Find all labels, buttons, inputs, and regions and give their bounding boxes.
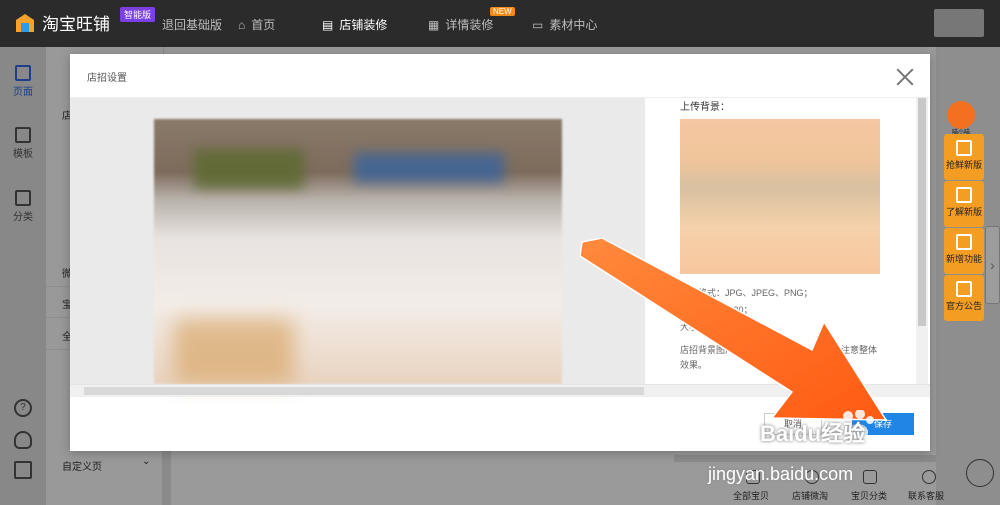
- top-bar: 淘宝旺铺 智能版 退回基础版 ⌂ 首页 ▤ 店铺装修 ▦ 详情装修 NEW ▭ …: [0, 0, 1000, 47]
- float-button-label: 新增功能: [945, 254, 982, 264]
- custom-page-label: 自定义页: [62, 462, 102, 473]
- close-icon[interactable]: [896, 68, 914, 86]
- left-rail: 页面 模板 分类 ?: [0, 47, 46, 505]
- preview-horizontal-scrollbar[interactable]: [70, 384, 930, 397]
- float-button-label: 官方公告: [945, 301, 982, 311]
- announcement-icon: [956, 281, 972, 297]
- left-panel-scrollbar[interactable]: [162, 448, 171, 505]
- home-icon: ⌂: [238, 17, 246, 32]
- store-decor-label: 店铺装修: [339, 18, 388, 32]
- sign-preview-image: [154, 119, 562, 384]
- info-tip-1: 店招背景图片: [680, 345, 735, 355]
- settings-vertical-scrollbar[interactable]: [916, 98, 928, 384]
- page-icon: [15, 65, 31, 81]
- dialog-header: 店招设置: [70, 54, 930, 98]
- avatar[interactable]: [934, 9, 984, 37]
- material-center-link[interactable]: ▭ 素材中心: [532, 16, 597, 33]
- settings-panel: 上传背景： 图片格式：JPG、JPEG、PNG； 50x580； 大小 左右； …: [674, 98, 918, 384]
- info-size-suffix: 左右；: [718, 322, 746, 332]
- rail-category-label: 分类: [13, 212, 33, 223]
- rail-category[interactable]: 分类: [0, 190, 46, 223]
- store-decor-link[interactable]: ▤ 店铺装修: [322, 16, 387, 33]
- shop-logo-icon: [16, 13, 34, 32]
- watermark-url: jingyan.baidu.com: [708, 464, 854, 484]
- upload-background-box[interactable]: [680, 119, 880, 274]
- detail-decor-link[interactable]: ▦ 详情装修: [428, 16, 493, 33]
- bottom-nav-item[interactable]: 全部宝贝: [733, 489, 769, 502]
- detail-decor-label: 详情装修: [445, 18, 494, 32]
- info-size-prefix: 大小: [680, 322, 699, 332]
- folder-icon: ▭: [532, 17, 544, 32]
- material-center-label: 素材中心: [549, 18, 598, 32]
- float-button-label: 抢鲜新版: [945, 160, 982, 170]
- rail-page[interactable]: 页面: [0, 65, 46, 98]
- logo[interactable]: 淘宝旺铺: [14, 10, 110, 35]
- float-button-new-features[interactable]: 新增功能: [944, 228, 984, 274]
- watermark-brand: Baidu经验: [760, 421, 866, 446]
- list-icon: [863, 470, 877, 484]
- edit-icon[interactable]: [14, 461, 32, 479]
- mascot-icon[interactable]: [947, 101, 975, 129]
- float-button-announcement[interactable]: 官方公告: [944, 275, 984, 321]
- chat-icon: [922, 470, 936, 484]
- home-link[interactable]: ⌂ 首页: [238, 16, 275, 33]
- rail-page-label: 页面: [13, 87, 33, 98]
- new-badge: NEW: [490, 7, 515, 16]
- bottom-nav-item[interactable]: 联系客服: [908, 489, 944, 502]
- info-tip-3: 效果。: [680, 360, 708, 370]
- vip-badge: 智能版: [120, 7, 156, 22]
- bottom-nav-item[interactable]: 店铺微淘: [792, 489, 828, 502]
- rail-template-label: 模板: [13, 149, 33, 160]
- info-size: 50x580；: [714, 305, 753, 315]
- float-button-label: 了解新版: [945, 207, 982, 217]
- info-tip-2: 时注意整体: [832, 345, 878, 355]
- qr-icon: [956, 140, 972, 156]
- new-icon: [956, 187, 972, 203]
- bottom-nav-item[interactable]: 宝贝分类: [851, 489, 887, 502]
- document-icon: ▦: [428, 17, 440, 32]
- dialog-title: 店招设置: [87, 73, 127, 84]
- upload-background-label: 上传背景：: [680, 102, 730, 113]
- custom-page-item[interactable]: 自定义页 ⌄: [46, 452, 164, 476]
- grid-icon[interactable]: [966, 459, 994, 487]
- help-icon[interactable]: ?: [14, 399, 32, 417]
- float-button-learn-new[interactable]: 了解新版: [944, 181, 984, 227]
- template-icon: [15, 127, 31, 143]
- side-handle-chevron-right-icon[interactable]: ›: [985, 226, 1000, 304]
- headset-icon[interactable]: [14, 431, 32, 449]
- info-format: 图片格式：JPG、JPEG、PNG；: [680, 288, 813, 298]
- rail-template[interactable]: 模板: [0, 127, 46, 160]
- float-button-try-new[interactable]: 抢鲜新版: [944, 134, 984, 180]
- logo-text: 淘宝旺铺: [42, 15, 110, 34]
- chevron-down-icon: ⌄: [142, 456, 151, 467]
- back-basic-link[interactable]: 退回基础版: [162, 16, 222, 33]
- category-icon: [15, 190, 31, 206]
- sign-preview-area: [70, 98, 645, 384]
- home-label: 首页: [251, 18, 276, 32]
- store-icon: ▤: [322, 17, 334, 32]
- document-icon: [956, 234, 972, 250]
- store-sign-settings-dialog: 店招设置 上传背景： 图片格式：JPG、JPEG、PNG； 50x580； 大小…: [70, 54, 930, 451]
